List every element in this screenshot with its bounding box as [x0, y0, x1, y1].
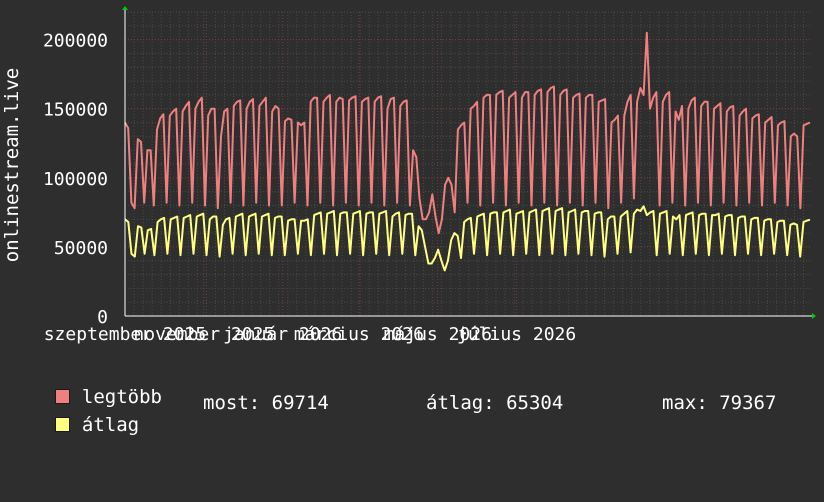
series-line-legtöbb: [124, 31, 811, 235]
y-tick-label: 200000: [43, 31, 108, 52]
x-tick-label: július 2026: [457, 324, 576, 345]
y-axis-label: onlinestream.live: [1, 68, 23, 262]
stat-atlag: átlag: 65304: [426, 392, 564, 414]
y-tick-label: 150000: [43, 100, 108, 121]
y-axis-arrow: [122, 6, 128, 10]
series-layer: [124, 31, 811, 272]
y-tick-label: 50000: [54, 238, 108, 259]
legend-avg-label: átlag: [81, 414, 140, 436]
stat-max: max: 79367: [662, 392, 777, 414]
stat-most: most: 69714: [203, 392, 329, 414]
legend-avg: átlag most: 69714 átlag: 65304 max: 7936…: [32, 392, 776, 502]
grid: [124, 11, 810, 317]
x-axis-arrow: [812, 313, 816, 319]
y-tick-label: 100000: [43, 169, 108, 190]
